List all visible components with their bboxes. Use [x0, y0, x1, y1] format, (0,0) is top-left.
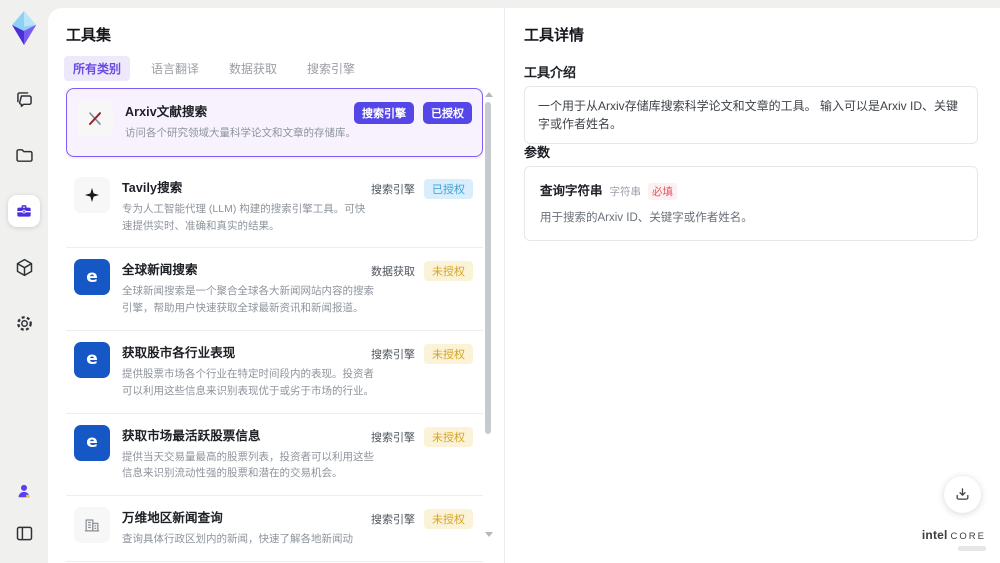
- intro-text: 一个用于从Arxiv存储库搜索科学论文和文章的工具。 输入可以是Arxiv ID…: [538, 99, 959, 131]
- tool-card-global-news[interactable]: e 全球新闻搜索 全球新闻搜索是一个聚合全球各大新闻网站内容的搜索引擎，帮助用户…: [66, 248, 483, 331]
- category-tabs: 所有类别 语言翻译 数据获取 搜索引擎: [64, 56, 364, 81]
- tool-tags: 搜索引擎 已授权: [371, 178, 473, 199]
- intel-core-logo: intel CORE: [922, 526, 986, 551]
- category-label: 搜索引擎: [371, 431, 415, 444]
- tool-desc: 专为人工智能代理 (LLM) 构建的搜索引擎工具。可快速提供实时、准确和真实的结…: [122, 202, 366, 232]
- app-rail: [0, 0, 48, 563]
- tool-card-arxiv[interactable]: Arxiv文献搜索 访问各个研究领域大量科学论文和文章的存储库。 搜索引擎 已授…: [66, 88, 483, 157]
- tool-card-sector-performance[interactable]: e 获取股市各行业表现 提供股票市场各个行业在特定时间段内的表现。投资者可以利用…: [66, 330, 483, 414]
- intro-box: 一个用于从Arxiv存储库搜索科学论文和文章的工具。 输入可以是Arxiv ID…: [524, 86, 978, 144]
- toolbox-icon-active[interactable]: [8, 195, 40, 227]
- download-button[interactable]: [944, 476, 981, 513]
- core-wordmark: CORE: [950, 531, 986, 542]
- tool-tags: 数据获取 未授权: [371, 261, 473, 282]
- panel-toggle-icon[interactable]: [8, 517, 40, 549]
- status-badge-unauthorized: 未授权: [424, 261, 473, 282]
- status-badge-unauthorized: 未授权: [424, 426, 473, 447]
- tool-tags: 搜索引擎 已授权: [354, 102, 472, 124]
- tool-card-most-active-stocks[interactable]: e 获取市场最活跃股票信息 提供当天交易量最高的股票列表，投资者可以利用这些信息…: [66, 413, 483, 497]
- tool-tags: 搜索引擎 未授权: [371, 509, 473, 530]
- tab-all-categories[interactable]: 所有类别: [64, 56, 131, 81]
- param-name: 查询字符串: [540, 184, 603, 198]
- category-label: 搜索引擎: [371, 348, 415, 361]
- param-type: 字符串: [609, 186, 642, 198]
- scrollbar-thumb[interactable]: [485, 102, 491, 434]
- param-card: 查询字符串 字符串 必填 用于搜索的Arxiv ID、关键字或作者姓名。: [524, 166, 978, 241]
- param-desc: 用于搜索的Arxiv ID、关键字或作者姓名。: [540, 212, 753, 224]
- download-icon: [956, 488, 969, 500]
- status-badge-authorized: 已授权: [423, 102, 472, 124]
- intel-wordmark: intel: [921, 528, 948, 542]
- detail-title: 工具详情: [524, 27, 585, 44]
- main-surface: 工具集 所有类别 语言翻译 数据获取 搜索引擎 Arxiv文献搜索 访问各个研究…: [48, 8, 1000, 563]
- tool-desc: 全球新闻搜索是一个聚合全球各大新闻网站内容的搜索引擎，帮助用户快速获取全球最新资…: [122, 285, 374, 315]
- tool-list-pane: 工具集 所有类别 语言翻译 数据获取 搜索引擎 Arxiv文献搜索 访问各个研究…: [48, 8, 505, 563]
- category-label: 数据获取: [371, 266, 415, 279]
- news-logo-icon: e: [74, 424, 110, 461]
- settings-gear-icon[interactable]: [8, 307, 40, 339]
- intro-heading: 工具介绍: [524, 65, 577, 80]
- building-icon: [74, 507, 110, 544]
- tool-desc: 提供当天交易量最高的股票列表，投资者可以利用这些信息来识别流动性强的股票和潜在的…: [122, 450, 374, 480]
- tab-search-engine[interactable]: 搜索引擎: [298, 56, 364, 81]
- category-badge: 搜索引擎: [354, 102, 414, 124]
- status-badge-unauthorized: 未授权: [424, 343, 473, 364]
- tool-card-list: Arxiv文献搜索 访问各个研究领域大量科学论文和文章的存储库。 搜索引擎 已授…: [66, 88, 483, 563]
- tool-tags: 搜索引擎 未授权: [371, 426, 473, 447]
- app-logo-icon: [7, 9, 41, 47]
- tab-language-translation[interactable]: 语言翻译: [142, 56, 208, 81]
- tab-data-fetch[interactable]: 数据获取: [220, 56, 286, 81]
- tool-card-regional-news[interactable]: 万维地区新闻查询 查询具体行政区划内的新闻，快速了解各地新闻动 搜索引擎 未授权: [66, 496, 483, 562]
- cube-icon[interactable]: [8, 251, 40, 283]
- category-label: 搜索引擎: [371, 514, 415, 527]
- tool-detail-pane: 工具详情 工具介绍 一个用于从Arxiv存储库搜索科学论文和文章的工具。 输入可…: [505, 8, 1000, 563]
- tool-tags: 搜索引擎 未授权: [371, 343, 473, 364]
- folder-icon[interactable]: [8, 139, 40, 171]
- user-avatar-icon[interactable]: [8, 475, 40, 507]
- chat-icon[interactable]: [8, 83, 40, 115]
- scrollbar-up-arrow[interactable]: [485, 92, 493, 97]
- news-logo-icon: e: [74, 259, 110, 296]
- brand-subtext-blur: [958, 546, 986, 551]
- news-logo-icon: e: [74, 341, 110, 378]
- tool-desc: 访问各个研究领域大量科学论文和文章的存储库。: [125, 127, 356, 139]
- status-badge-unauthorized: 未授权: [424, 509, 473, 530]
- tool-card-tavily[interactable]: Tavily搜索 专为人工智能代理 (LLM) 构建的搜索引擎工具。可快速提供实…: [66, 165, 483, 249]
- param-required-badge: 必填: [648, 183, 678, 200]
- tavily-star-icon: [74, 176, 110, 213]
- scrollbar-down-arrow[interactable]: [485, 532, 493, 537]
- status-badge-authorized: 已授权: [424, 178, 473, 199]
- category-label: 搜索引擎: [371, 183, 415, 196]
- page-title: 工具集: [66, 27, 112, 44]
- rail-nav: [8, 83, 40, 339]
- arxiv-logo-icon: [77, 101, 113, 137]
- params-heading: 参数: [524, 145, 551, 160]
- rail-bottom: [8, 475, 40, 549]
- tool-desc: 查询具体行政区划内的新闻，快速了解各地新闻动: [122, 533, 353, 546]
- tool-desc: 提供股票市场各个行业在特定时间段内的表现。投资者可以利用这些信息来识别表现优于或…: [122, 367, 374, 397]
